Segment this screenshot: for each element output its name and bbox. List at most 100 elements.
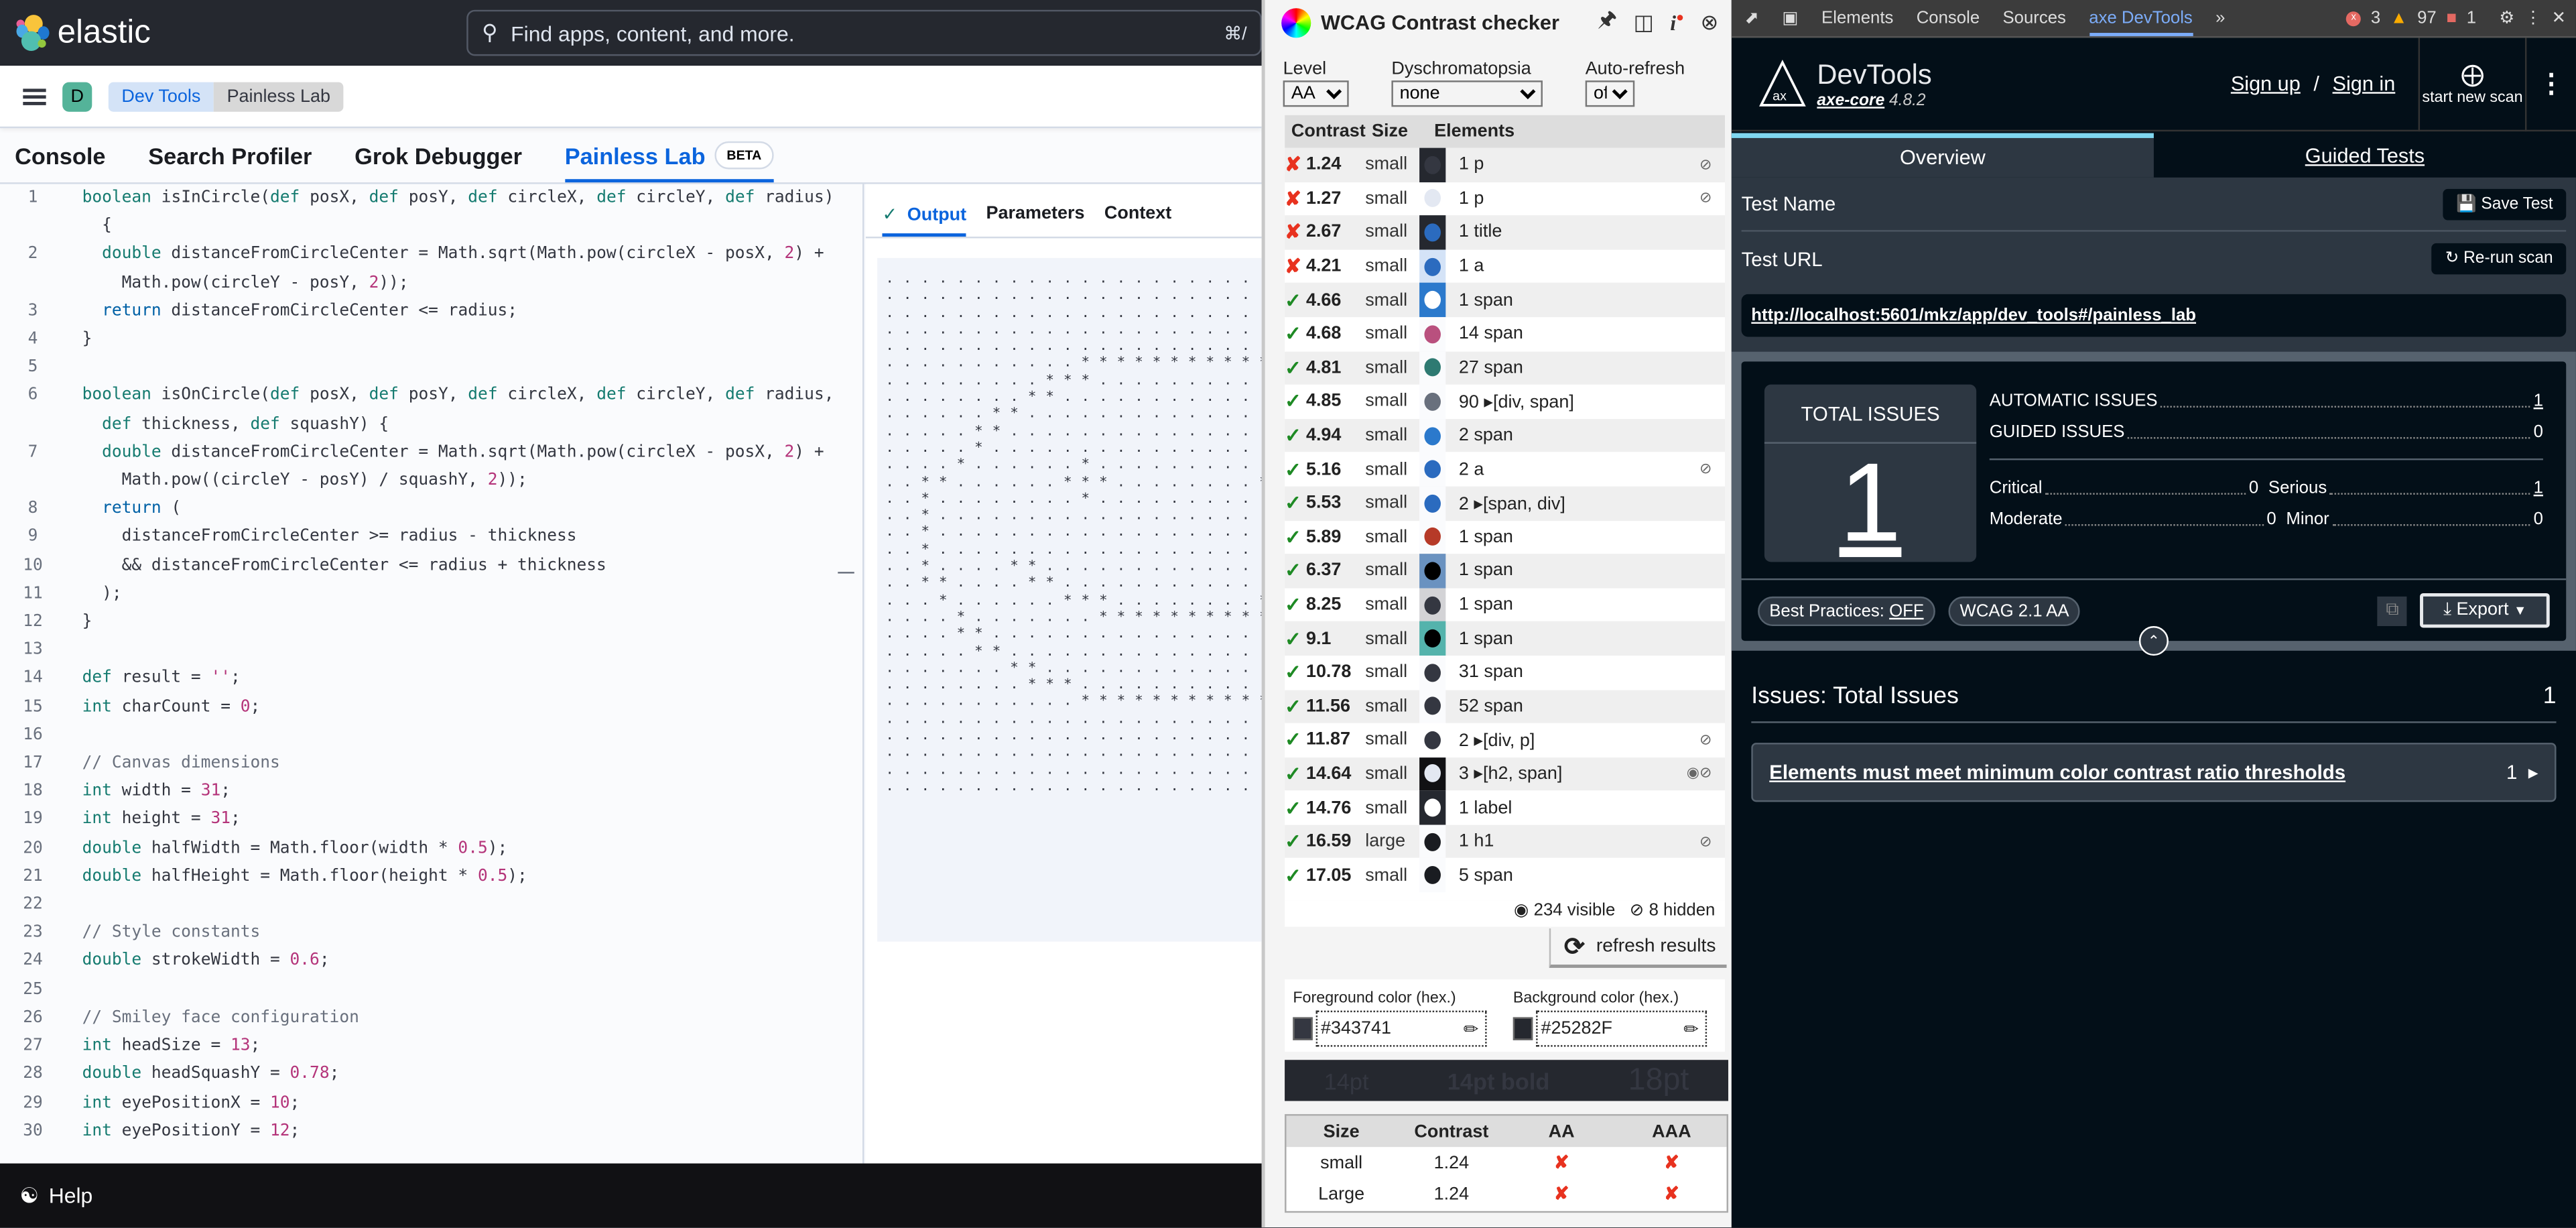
code-line[interactable]: 15 int charCount = 0; <box>0 693 838 721</box>
code-line[interactable]: 10 && distanceFromCircleCenter <= radius… <box>0 552 838 580</box>
code-line[interactable]: 3 return distanceFromCircleCenter <= rad… <box>0 297 838 325</box>
code-line[interactable]: 20 double halfWidth = Math.floor(width * … <box>0 835 838 863</box>
elements-value[interactable]: 5 span <box>1445 865 1513 885</box>
code-line[interactable]: Math.pow((circleY - posY) / squashY, 2))… <box>0 467 838 495</box>
code-line[interactable]: { <box>0 212 838 241</box>
tab-search-profiler[interactable]: Search Profiler <box>148 143 312 182</box>
contrast-row[interactable]: ✓ 5.89 small 1 span <box>1285 519 1725 554</box>
contrast-row[interactable]: ✘ 1.27 small 1 p ⊘ <box>1285 182 1725 216</box>
axe-menu-icon[interactable]: ⋮ <box>2526 68 2576 101</box>
tab-console[interactable]: Console <box>1917 8 1980 27</box>
eye-off-icon[interactable]: ⊘ <box>1699 190 1712 208</box>
elements-value[interactable]: 31 span <box>1445 662 1523 682</box>
menu-icon[interactable] <box>23 88 46 105</box>
axe-core-link[interactable]: axe-core <box>1817 91 1884 109</box>
contrast-row[interactable]: ✓ 11.87 small 2 ▸[div, p] ⊘ <box>1285 723 1725 757</box>
contrast-row[interactable]: ✓ 17.05 small 5 span <box>1285 858 1725 893</box>
elements-value[interactable]: 1 p <box>1445 155 1484 174</box>
background-color-input[interactable]: #25282F ✏ <box>1536 1010 1708 1047</box>
contrast-row[interactable]: ✓ 11.56 small 52 span <box>1285 689 1726 723</box>
contrast-row[interactable]: ✓ 9.1 small 1 span <box>1285 621 1726 656</box>
code-line[interactable]: 24 double strokeWidth = 0.6; <box>0 947 838 975</box>
code-line[interactable]: 4} <box>0 325 838 353</box>
eye-off-icon[interactable]: ⊘ <box>1699 731 1712 749</box>
breadcrumb-dev-tools[interactable]: Dev Tools <box>108 81 214 111</box>
tab-guided-tests[interactable]: Guided Tests <box>2154 133 2576 178</box>
code-line[interactable]: 27 int headSize = 13; <box>0 1032 838 1060</box>
contrast-row[interactable]: ✓ 10.78 small 31 span <box>1285 655 1725 690</box>
code-line[interactable]: 30 int eyePositionY = 12; <box>0 1117 838 1145</box>
eyedropper-icon[interactable]: ✏ <box>1683 1018 1699 1039</box>
code-editor[interactable]: 1 boolean isInCircle(def posX, def posY, … <box>0 184 838 1164</box>
contrast-row[interactable]: ✓ 14.64 small 3 ▸[h2, span] ◉⊘ <box>1285 757 1726 791</box>
code-line[interactable]: 18 int width = 31; <box>0 778 838 806</box>
code-line[interactable]: 26 // Smiley face configuration <box>0 1004 838 1032</box>
elements-value[interactable]: 1 title <box>1445 223 1502 242</box>
tab-elements[interactable]: Elements <box>1821 8 1893 27</box>
total-issues-count[interactable]: 1 <box>1764 444 1976 562</box>
global-search-input[interactable]: ⚲ Find apps, content, and more. ⌘/ <box>467 9 1262 56</box>
elements-value[interactable]: 1 a <box>1445 257 1484 276</box>
code-line[interactable]: 8 return ( <box>0 495 838 523</box>
contrast-row[interactable]: ✓ 4.68 small 14 span <box>1285 317 1725 351</box>
elements-value[interactable]: 1 label <box>1445 798 1512 817</box>
serious-count[interactable]: 1 <box>2534 477 2543 497</box>
code-line[interactable]: 19 int height = 31; <box>0 806 838 834</box>
collapse-summary-icon[interactable]: ⌃ <box>2138 626 2169 656</box>
code-line[interactable]: 7 double distanceFromCircleCenter = Math… <box>0 438 838 467</box>
contrast-row[interactable]: ✘ 2.67 small 1 title <box>1285 215 1726 250</box>
close-icon[interactable]: ⊗ <box>1701 10 1719 36</box>
contrast-row[interactable]: ✓ 8.25 small 1 span <box>1285 587 1725 622</box>
elements-value[interactable]: 2 ▸[span, div] <box>1445 493 1565 513</box>
elements-value[interactable]: 1 span <box>1445 561 1513 580</box>
contrast-row[interactable]: ✓ 6.37 small 1 span <box>1285 554 1726 588</box>
wcag-standard-pill[interactable]: WCAG 2.1 AA <box>1948 595 2081 625</box>
code-line[interactable]: 22 <box>0 891 838 919</box>
tab-overview[interactable]: Overview <box>1731 133 2154 178</box>
eye-off-icon[interactable]: ⊘ <box>1699 156 1712 174</box>
test-url-link[interactable]: http://localhost:5601/mkz/app/dev_tools#… <box>1741 294 2567 337</box>
settings-gear-icon[interactable]: ⚙ <box>2499 8 2514 27</box>
eyedropper-icon[interactable]: ✏ <box>1464 1018 1479 1039</box>
fg-swatch[interactable] <box>1293 1017 1313 1040</box>
status-badges[interactable]: x3 ▲ 97 ■ 1 ⚙ ⋮ ✕ <box>2346 8 2576 28</box>
contrast-row[interactable]: ✓ 14.76 small 1 label <box>1285 790 1725 825</box>
code-line[interactable]: 17 // Canvas dimensions <box>0 749 838 778</box>
tab-axe-devtools[interactable]: axe DevTools <box>2089 0 2193 36</box>
device-toolbar-icon[interactable]: ▣ <box>1782 8 1798 27</box>
contrast-row[interactable]: ✓ 4.66 small 1 span <box>1285 283 1726 318</box>
elements-value[interactable]: 2 span <box>1445 426 1513 445</box>
save-test-button[interactable]: 💾 Save Test <box>2443 188 2567 220</box>
elements-value[interactable]: 2 ▸[div, p] <box>1445 729 1535 751</box>
contrast-row[interactable]: ✓ 4.85 small 90 ▸[div, span] <box>1285 385 1725 419</box>
dock-side-icon[interactable]: ◫ <box>1634 10 1654 36</box>
eye-and-hidden-icon[interactable]: ◉⊘ <box>1687 765 1712 783</box>
contrast-row[interactable]: ✓ 5.16 small 2 a ⊘ <box>1285 452 1725 487</box>
code-line[interactable]: 16 <box>0 721 838 749</box>
elements-value[interactable]: 3 ▸[h2, span] <box>1445 763 1562 784</box>
code-line[interactable]: 28 double headSquashY = 0.78; <box>0 1060 838 1089</box>
contrast-row[interactable]: ✘ 1.24 small 1 p ⊘ <box>1285 147 1726 182</box>
contrast-row[interactable]: ✓ 16.59 large 1 h1 ⊘ <box>1285 824 1726 859</box>
code-line[interactable]: 11 ); <box>0 580 838 608</box>
elastic-logo[interactable]: elastic <box>16 14 454 52</box>
elements-value[interactable]: 1 p <box>1445 189 1484 208</box>
auto-refresh-select[interactable]: off <box>1585 80 1635 107</box>
inspect-element-icon[interactable]: ⬈ <box>1744 8 1759 27</box>
code-line[interactable]: 14 def result = ''; <box>0 665 838 693</box>
elements-value[interactable]: 1 h1 <box>1445 832 1494 851</box>
elements-value[interactable]: 1 span <box>1445 595 1513 614</box>
elements-value[interactable]: 14 span <box>1445 324 1523 344</box>
code-line[interactable]: 13 <box>0 636 838 664</box>
dyschromatopsia-select[interactable]: none <box>1391 80 1543 107</box>
best-practices-toggle[interactable]: Best Practices: OFF <box>1758 595 1935 625</box>
contrast-row[interactable]: ✘ 4.21 small 1 a <box>1285 249 1725 284</box>
start-new-scan-button[interactable]: ⨁ start new scan <box>2418 37 2527 131</box>
export-button[interactable]: ⤓ Export ▼ <box>2420 593 2550 628</box>
help-link[interactable]: Help <box>49 1183 93 1208</box>
tab-grok-debugger[interactable]: Grok Debugger <box>355 143 522 182</box>
close-devtools-icon[interactable]: ✕ <box>2552 8 2567 27</box>
elements-value[interactable]: 52 span <box>1445 696 1523 716</box>
panel-resize-handle[interactable] <box>838 184 864 1164</box>
code-line[interactable]: 25 <box>0 975 838 1003</box>
